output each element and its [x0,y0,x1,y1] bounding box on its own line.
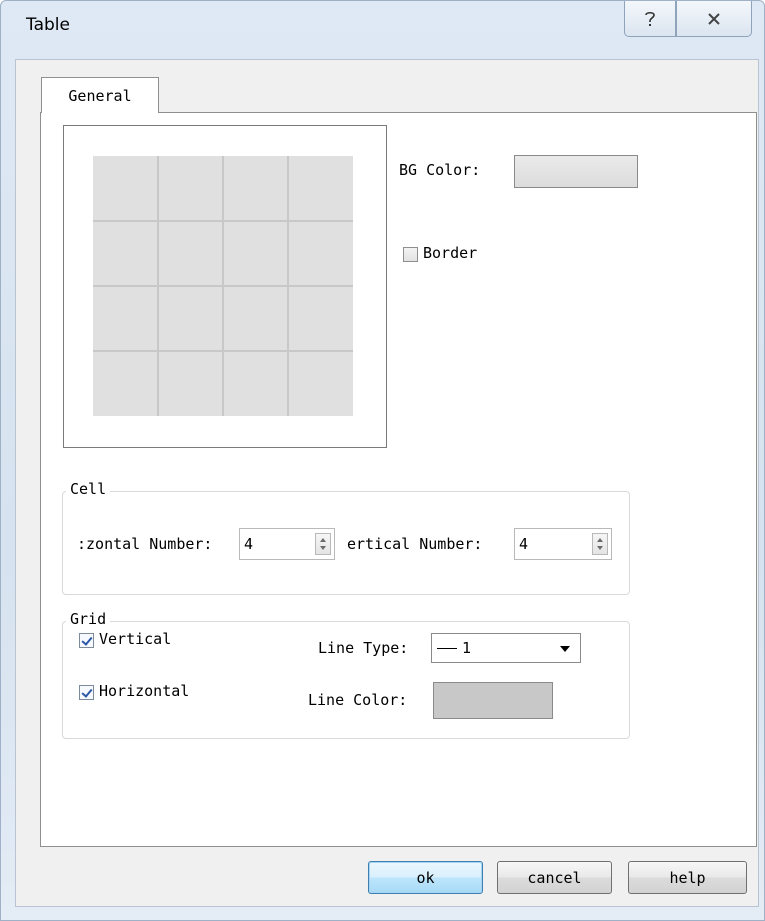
grid-line-h [93,220,353,222]
horizontal-checkbox[interactable] [79,685,94,700]
grid-legend: Grid [66,610,111,628]
help-label: help [669,868,706,887]
title-bar: Table [1,1,764,59]
question-icon [645,11,655,26]
table-dialog: Table General BG Color: Border Cell:zon… [0,0,765,921]
window-title: Table [26,15,70,35]
ok-button[interactable]: ok [368,861,483,894]
vertical-number-stepper[interactable]: 4 [514,528,612,560]
border-checkbox[interactable] [403,247,418,262]
spin-arrows-icon[interactable] [592,533,608,555]
dialog-client: General BG Color: Border Cell:zontal Nu… [15,59,759,907]
vertical-label: Vertical [99,630,172,648]
line-type-label: Line Type: [318,639,409,657]
line-sample-icon [437,648,457,649]
preview-grid [93,156,353,416]
close-button[interactable] [676,1,752,37]
horizontal-number-label: :zontal Number: [77,535,213,553]
bg-color-label: BG Color: [399,161,481,179]
line-type-value: 1 [462,639,472,657]
cell-legend: Cell [66,480,111,498]
horizontal-number-stepper[interactable]: 4 [239,528,335,560]
grid-line-h [93,285,353,287]
spin-arrows-icon[interactable] [315,533,331,555]
grid-line-h [93,350,353,352]
close-icon [708,12,720,25]
help-button[interactable]: help [628,861,747,894]
ok-label: ok [416,868,435,887]
cancel-label: cancel [527,868,582,887]
line-type-select[interactable]: 1 [431,633,581,663]
chevron-down-icon [560,646,570,652]
help-title-button[interactable] [624,1,676,37]
horizontal-label: Horizontal [99,682,190,700]
table-preview [63,125,387,448]
cancel-button[interactable]: cancel [497,861,612,894]
bg-color-button[interactable] [514,155,638,188]
cell-group: Cell :zontal Number: 4 ertical Number: 4 [62,480,630,595]
vertical-number-value: 4 [519,535,529,553]
vertical-number-label: ertical Number: [347,535,483,553]
line-color-button[interactable] [433,682,553,719]
line-color-label: Line Color: [308,691,408,709]
vertical-checkbox[interactable] [79,633,94,648]
horizontal-number-value: 4 [244,535,254,553]
tab-general-label: General [68,86,132,105]
border-label: Border [423,244,478,262]
general-panel: BG Color: Border Cell :zontal Number: 4 … [40,112,757,847]
tab-general[interactable]: General [41,77,159,113]
grid-group: Grid Vertical Horizontal Line Type: 1 Li… [62,610,630,739]
